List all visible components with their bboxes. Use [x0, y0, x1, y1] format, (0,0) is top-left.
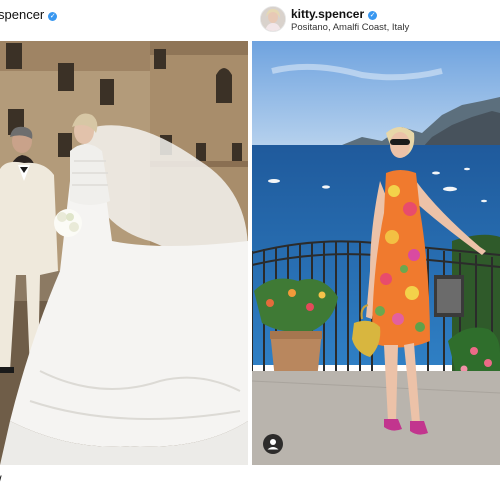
username-text[interactable]: kitty.spencer: [291, 7, 364, 21]
avatar[interactable]: [260, 6, 286, 32]
user-tag-button[interactable]: [263, 434, 283, 454]
instagram-posts-page: spencer ✓ kitty.spencer ✓ Positano, Amal…: [0, 0, 500, 500]
wedding-photo[interactable]: [0, 41, 248, 465]
verified-badge-icon: ✓: [368, 11, 378, 20]
post-caption: /: [0, 473, 2, 488]
post-positano: kitty.spencer ✓ Positano, Amalfi Coast, I…: [251, 0, 500, 500]
post-username-link[interactable]: kitty.spencer ✓: [291, 7, 378, 21]
post-header: kitty.spencer ✓ Positano, Amalfi Coast, I…: [251, 0, 500, 40]
post-wedding: spencer ✓: [0, 0, 250, 500]
post-header: spencer ✓: [0, 0, 250, 40]
post-location-link[interactable]: Positano, Amalfi Coast, Italy: [291, 22, 409, 33]
positano-photo[interactable]: [252, 41, 500, 465]
verified-badge-icon: ✓: [48, 12, 58, 21]
post-username-link[interactable]: spencer ✓: [0, 7, 58, 22]
username-text[interactable]: spencer: [0, 7, 44, 22]
user-tag-icon: [267, 439, 279, 450]
